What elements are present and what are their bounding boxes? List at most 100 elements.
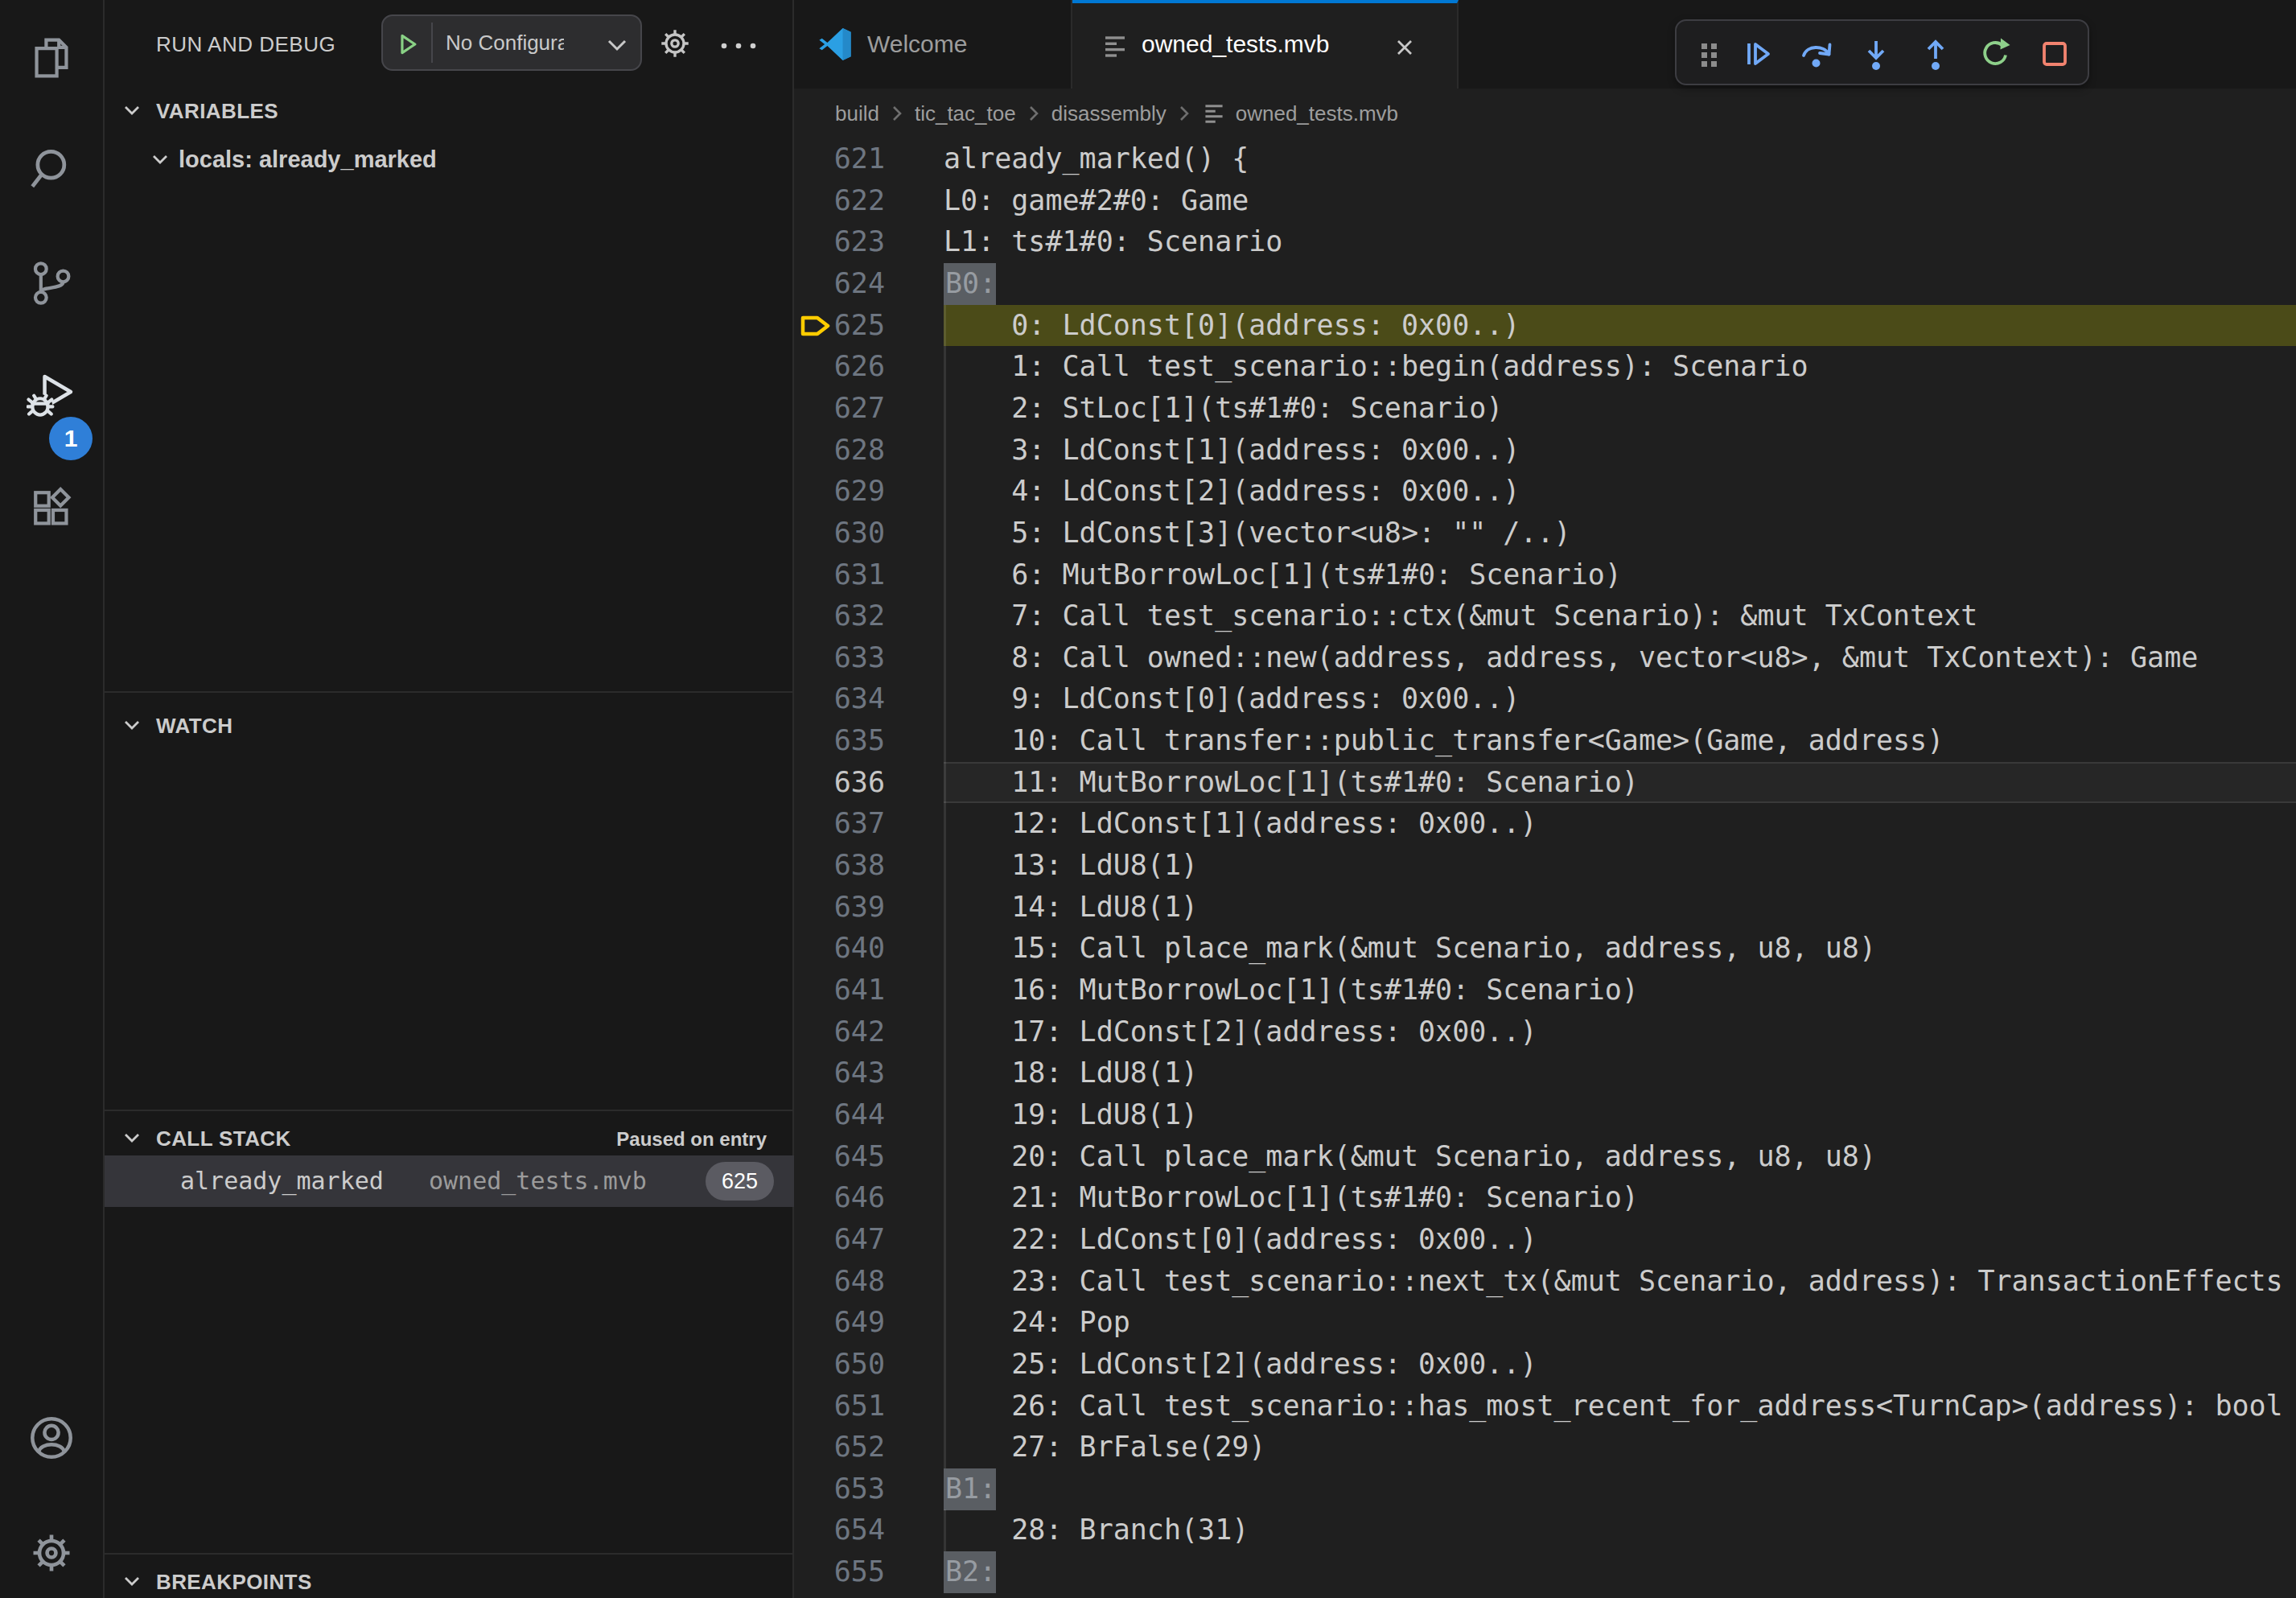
code-line-643[interactable]: 643 18: LdU8(1) (794, 1052, 2296, 1094)
code-line-655[interactable]: 655B2: (794, 1551, 2296, 1593)
breadcrumb-item[interactable]: owned_tests.mvb (1236, 101, 1398, 126)
line-number[interactable]: 648 (794, 1261, 885, 1303)
line-number[interactable]: 634 (794, 678, 885, 720)
line-number[interactable]: 645 (794, 1136, 885, 1178)
code-line-646[interactable]: 646 21: MutBorrowLoc[1](ts#1#0: Scenario… (794, 1177, 2296, 1219)
line-number[interactable]: 643 (794, 1052, 885, 1094)
code-line-650[interactable]: 650 25: LdConst[2](address: 0x00..) (794, 1344, 2296, 1386)
code-line-630[interactable]: 630 5: LdConst[3](vector<u8>: "" /..) (794, 513, 2296, 554)
drag-handle-icon[interactable] (1691, 36, 1726, 72)
line-number[interactable]: 653 (794, 1468, 885, 1510)
line-number[interactable]: 632 (794, 595, 885, 637)
line-number[interactable]: 644 (794, 1094, 885, 1136)
step-into-icon[interactable] (1858, 36, 1894, 72)
line-number[interactable]: 641 (794, 970, 885, 1011)
activity-source-control[interactable] (0, 227, 103, 340)
close-icon[interactable] (1393, 35, 1417, 60)
code-line-633[interactable]: 633 8: Call owned::new(address, address,… (794, 637, 2296, 679)
section-variables[interactable]: VARIABLES (156, 99, 278, 124)
activity-explorer[interactable] (0, 2, 103, 114)
code-line-653[interactable]: 653B1: (794, 1468, 2296, 1510)
activity-extensions[interactable] (0, 452, 103, 565)
line-number[interactable]: 639 (794, 887, 885, 929)
code-line-651[interactable]: 651 26: Call test_scenario::has_most_rec… (794, 1386, 2296, 1427)
line-number[interactable]: 636 (794, 762, 885, 804)
activity-search[interactable] (0, 114, 103, 227)
line-number[interactable]: 626 (794, 346, 885, 388)
line-number[interactable]: 621 (794, 138, 885, 180)
line-number[interactable]: 629 (794, 471, 885, 513)
stop-icon[interactable] (2037, 36, 2072, 72)
code-line-636[interactable]: 636 11: MutBorrowLoc[1](ts#1#0: Scenario… (794, 762, 2296, 804)
restart-icon[interactable] (1977, 36, 2013, 72)
code-line-644[interactable]: 644 19: LdU8(1) (794, 1094, 2296, 1136)
line-number[interactable]: 631 (794, 554, 885, 596)
debug-settings-gear-icon[interactable] (656, 25, 693, 62)
code-line-645[interactable]: 645 20: Call place_mark(&mut Scenario, a… (794, 1136, 2296, 1178)
variables-scope-locals[interactable]: locals: already_marked (179, 146, 437, 173)
step-over-icon[interactable] (1799, 36, 1834, 72)
line-number[interactable]: 655 (794, 1551, 885, 1593)
line-number[interactable]: 628 (794, 430, 885, 472)
line-number[interactable]: 647 (794, 1219, 885, 1261)
chevron-down-icon[interactable] (121, 99, 143, 121)
code-line-628[interactable]: 628 3: LdConst[1](address: 0x00..) (794, 430, 2296, 472)
debug-config-dropdown[interactable]: No Configura (381, 14, 642, 71)
code-line-637[interactable]: 637 12: LdConst[1](address: 0x00..) (794, 803, 2296, 845)
code-line-635[interactable]: 635 10: Call transfer::public_transfer<G… (794, 720, 2296, 762)
activity-accounts[interactable] (0, 1382, 103, 1494)
code-line-638[interactable]: 638 13: LdU8(1) (794, 845, 2296, 887)
code-line-632[interactable]: 632 7: Call test_scenario::ctx(&mut Scen… (794, 595, 2296, 637)
line-number[interactable]: 646 (794, 1177, 885, 1219)
line-number[interactable]: 622 (794, 180, 885, 222)
more-actions-icon[interactable] (718, 36, 759, 56)
line-number[interactable]: 623 (794, 221, 885, 263)
activity-run-and-debug[interactable]: 1 (0, 340, 103, 452)
line-number[interactable]: 627 (794, 388, 885, 430)
chevron-down-icon[interactable] (149, 148, 171, 171)
breadcrumb-item[interactable]: build (835, 101, 879, 126)
continue-icon[interactable] (1740, 36, 1775, 72)
tab-welcome[interactable]: Welcome (794, 0, 1072, 89)
section-call-stack[interactable]: CALL STACK (156, 1126, 291, 1151)
code-line-626[interactable]: 626 1: Call test_scenario::begin(address… (794, 346, 2296, 388)
section-watch[interactable]: WATCH (156, 714, 232, 739)
code-line-634[interactable]: 634 9: LdConst[0](address: 0x00..) (794, 678, 2296, 720)
code-line-641[interactable]: 641 16: MutBorrowLoc[1](ts#1#0: Scenario… (794, 970, 2296, 1011)
line-number[interactable]: 633 (794, 637, 885, 679)
code-line-624[interactable]: 624B0: (794, 263, 2296, 305)
chevron-down-icon[interactable] (121, 1126, 143, 1149)
breadcrumb-item[interactable]: disassembly (1051, 101, 1167, 126)
line-number[interactable]: 624 (794, 263, 885, 305)
section-breakpoints[interactable]: BREAKPOINTS (156, 1570, 312, 1595)
code-line-621[interactable]: 621already_marked() { (794, 138, 2296, 180)
line-number[interactable]: 649 (794, 1302, 885, 1344)
line-number[interactable]: 650 (794, 1344, 885, 1386)
chevron-down-icon[interactable] (121, 1570, 143, 1592)
line-number[interactable]: 651 (794, 1386, 885, 1427)
chevron-down-icon[interactable] (121, 714, 143, 736)
line-number[interactable]: 652 (794, 1427, 885, 1468)
code-line-654[interactable]: 654 28: Branch(31) (794, 1509, 2296, 1551)
activity-settings[interactable] (0, 1497, 103, 1598)
call-stack-frame[interactable]: already_marked owned_tests.mvb 625 (105, 1155, 794, 1207)
breadcrumb-item[interactable]: tic_tac_toe (915, 101, 1016, 126)
line-number[interactable]: 654 (794, 1509, 885, 1551)
line-number[interactable]: 642 (794, 1011, 885, 1053)
code-line-648[interactable]: 648 23: Call test_scenario::next_tx(&mut… (794, 1261, 2296, 1303)
line-number[interactable]: 638 (794, 845, 885, 887)
step-out-icon[interactable] (1918, 36, 1953, 72)
line-number[interactable]: 637 (794, 803, 885, 845)
code-line-623[interactable]: 623L1: ts#1#0: Scenario (794, 221, 2296, 263)
code-line-629[interactable]: 629 4: LdConst[2](address: 0x00..) (794, 471, 2296, 513)
tab-owned-tests[interactable]: owned_tests.mvb (1072, 0, 1459, 89)
code-line-652[interactable]: 652 27: BrFalse(29) (794, 1427, 2296, 1468)
line-number[interactable]: 630 (794, 513, 885, 554)
code-line-647[interactable]: 647 22: LdConst[0](address: 0x00..) (794, 1219, 2296, 1261)
code-line-622[interactable]: 622L0: game#2#0: Game (794, 180, 2296, 222)
code-line-631[interactable]: 631 6: MutBorrowLoc[1](ts#1#0: Scenario) (794, 554, 2296, 596)
code-line-649[interactable]: 649 24: Pop (794, 1302, 2296, 1344)
code-line-627[interactable]: 627 2: StLoc[1](ts#1#0: Scenario) (794, 388, 2296, 430)
line-number[interactable]: 635 (794, 720, 885, 762)
code-line-640[interactable]: 640 15: Call place_mark(&mut Scenario, a… (794, 928, 2296, 970)
